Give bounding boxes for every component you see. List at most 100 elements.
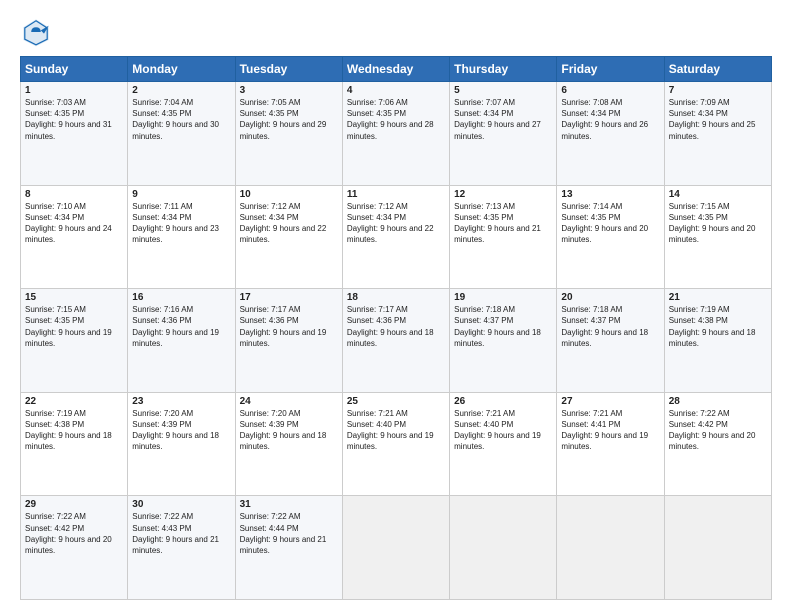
day-number: 22 [25,396,123,407]
col-header-monday: Monday [128,57,235,82]
day-cell: 28 Sunrise: 7:22 AMSunset: 4:42 PMDaylig… [664,392,771,496]
day-number: 9 [132,189,230,200]
day-cell: 23 Sunrise: 7:20 AMSunset: 4:39 PMDaylig… [128,392,235,496]
page: SundayMondayTuesdayWednesdayThursdayFrid… [0,0,792,612]
day-info: Sunrise: 7:12 AMSunset: 4:34 PMDaylight:… [347,202,434,245]
day-info: Sunrise: 7:21 AMSunset: 4:40 PMDaylight:… [347,409,434,452]
day-cell: 14 Sunrise: 7:15 AMSunset: 4:35 PMDaylig… [664,185,771,289]
day-number: 28 [669,396,767,407]
day-cell: 17 Sunrise: 7:17 AMSunset: 4:36 PMDaylig… [235,289,342,393]
day-info: Sunrise: 7:22 AMSunset: 4:43 PMDaylight:… [132,512,219,555]
day-info: Sunrise: 7:21 AMSunset: 4:41 PMDaylight:… [561,409,648,452]
day-number: 29 [25,499,123,510]
day-number: 3 [240,85,338,96]
day-cell: 4 Sunrise: 7:06 AMSunset: 4:35 PMDayligh… [342,82,449,186]
day-cell: 26 Sunrise: 7:21 AMSunset: 4:40 PMDaylig… [450,392,557,496]
col-header-tuesday: Tuesday [235,57,342,82]
day-number: 24 [240,396,338,407]
day-info: Sunrise: 7:22 AMSunset: 4:42 PMDaylight:… [669,409,756,452]
day-number: 10 [240,189,338,200]
day-number: 2 [132,85,230,96]
day-info: Sunrise: 7:11 AMSunset: 4:34 PMDaylight:… [132,202,219,245]
day-info: Sunrise: 7:06 AMSunset: 4:35 PMDaylight:… [347,98,434,141]
day-info: Sunrise: 7:18 AMSunset: 4:37 PMDaylight:… [561,305,648,348]
col-header-saturday: Saturday [664,57,771,82]
day-info: Sunrise: 7:19 AMSunset: 4:38 PMDaylight:… [25,409,112,452]
day-cell: 10 Sunrise: 7:12 AMSunset: 4:34 PMDaylig… [235,185,342,289]
day-number: 11 [347,189,445,200]
day-number: 14 [669,189,767,200]
day-info: Sunrise: 7:18 AMSunset: 4:37 PMDaylight:… [454,305,541,348]
day-info: Sunrise: 7:17 AMSunset: 4:36 PMDaylight:… [240,305,327,348]
day-cell: 2 Sunrise: 7:04 AMSunset: 4:35 PMDayligh… [128,82,235,186]
day-info: Sunrise: 7:17 AMSunset: 4:36 PMDaylight:… [347,305,434,348]
day-cell: 24 Sunrise: 7:20 AMSunset: 4:39 PMDaylig… [235,392,342,496]
day-info: Sunrise: 7:19 AMSunset: 4:38 PMDaylight:… [669,305,756,348]
day-number: 30 [132,499,230,510]
logo-icon [20,16,52,48]
day-info: Sunrise: 7:22 AMSunset: 4:44 PMDaylight:… [240,512,327,555]
day-number: 20 [561,292,659,303]
day-cell: 18 Sunrise: 7:17 AMSunset: 4:36 PMDaylig… [342,289,449,393]
day-number: 7 [669,85,767,96]
day-info: Sunrise: 7:13 AMSunset: 4:35 PMDaylight:… [454,202,541,245]
day-info: Sunrise: 7:04 AMSunset: 4:35 PMDaylight:… [132,98,219,141]
header-row: SundayMondayTuesdayWednesdayThursdayFrid… [21,57,772,82]
day-cell: 9 Sunrise: 7:11 AMSunset: 4:34 PMDayligh… [128,185,235,289]
day-cell: 5 Sunrise: 7:07 AMSunset: 4:34 PMDayligh… [450,82,557,186]
week-row-4: 22 Sunrise: 7:19 AMSunset: 4:38 PMDaylig… [21,392,772,496]
col-header-thursday: Thursday [450,57,557,82]
day-number: 5 [454,85,552,96]
day-number: 8 [25,189,123,200]
day-cell: 11 Sunrise: 7:12 AMSunset: 4:34 PMDaylig… [342,185,449,289]
day-number: 13 [561,189,659,200]
day-cell [664,496,771,600]
day-info: Sunrise: 7:07 AMSunset: 4:34 PMDaylight:… [454,98,541,141]
day-info: Sunrise: 7:20 AMSunset: 4:39 PMDaylight:… [240,409,327,452]
day-cell [450,496,557,600]
week-row-3: 15 Sunrise: 7:15 AMSunset: 4:35 PMDaylig… [21,289,772,393]
day-cell: 19 Sunrise: 7:18 AMSunset: 4:37 PMDaylig… [450,289,557,393]
day-info: Sunrise: 7:22 AMSunset: 4:42 PMDaylight:… [25,512,112,555]
day-cell: 29 Sunrise: 7:22 AMSunset: 4:42 PMDaylig… [21,496,128,600]
day-info: Sunrise: 7:08 AMSunset: 4:34 PMDaylight:… [561,98,648,141]
day-number: 27 [561,396,659,407]
day-cell: 25 Sunrise: 7:21 AMSunset: 4:40 PMDaylig… [342,392,449,496]
day-info: Sunrise: 7:15 AMSunset: 4:35 PMDaylight:… [669,202,756,245]
logo [20,16,56,48]
calendar-table: SundayMondayTuesdayWednesdayThursdayFrid… [20,56,772,600]
week-row-2: 8 Sunrise: 7:10 AMSunset: 4:34 PMDayligh… [21,185,772,289]
day-info: Sunrise: 7:05 AMSunset: 4:35 PMDaylight:… [240,98,327,141]
day-number: 1 [25,85,123,96]
week-row-5: 29 Sunrise: 7:22 AMSunset: 4:42 PMDaylig… [21,496,772,600]
day-info: Sunrise: 7:20 AMSunset: 4:39 PMDaylight:… [132,409,219,452]
day-number: 25 [347,396,445,407]
day-number: 19 [454,292,552,303]
day-number: 17 [240,292,338,303]
day-number: 15 [25,292,123,303]
day-number: 31 [240,499,338,510]
day-info: Sunrise: 7:03 AMSunset: 4:35 PMDaylight:… [25,98,112,141]
day-info: Sunrise: 7:16 AMSunset: 4:36 PMDaylight:… [132,305,219,348]
day-cell [342,496,449,600]
day-cell: 16 Sunrise: 7:16 AMSunset: 4:36 PMDaylig… [128,289,235,393]
day-info: Sunrise: 7:12 AMSunset: 4:34 PMDaylight:… [240,202,327,245]
col-header-sunday: Sunday [21,57,128,82]
day-info: Sunrise: 7:09 AMSunset: 4:34 PMDaylight:… [669,98,756,141]
day-cell: 8 Sunrise: 7:10 AMSunset: 4:34 PMDayligh… [21,185,128,289]
day-cell: 7 Sunrise: 7:09 AMSunset: 4:34 PMDayligh… [664,82,771,186]
day-cell: 6 Sunrise: 7:08 AMSunset: 4:34 PMDayligh… [557,82,664,186]
col-header-friday: Friday [557,57,664,82]
header [20,16,772,48]
day-number: 21 [669,292,767,303]
col-header-wednesday: Wednesday [342,57,449,82]
day-info: Sunrise: 7:14 AMSunset: 4:35 PMDaylight:… [561,202,648,245]
day-number: 16 [132,292,230,303]
day-info: Sunrise: 7:21 AMSunset: 4:40 PMDaylight:… [454,409,541,452]
day-cell [557,496,664,600]
day-cell: 1 Sunrise: 7:03 AMSunset: 4:35 PMDayligh… [21,82,128,186]
week-row-1: 1 Sunrise: 7:03 AMSunset: 4:35 PMDayligh… [21,82,772,186]
day-cell: 3 Sunrise: 7:05 AMSunset: 4:35 PMDayligh… [235,82,342,186]
day-info: Sunrise: 7:10 AMSunset: 4:34 PMDaylight:… [25,202,112,245]
day-number: 26 [454,396,552,407]
